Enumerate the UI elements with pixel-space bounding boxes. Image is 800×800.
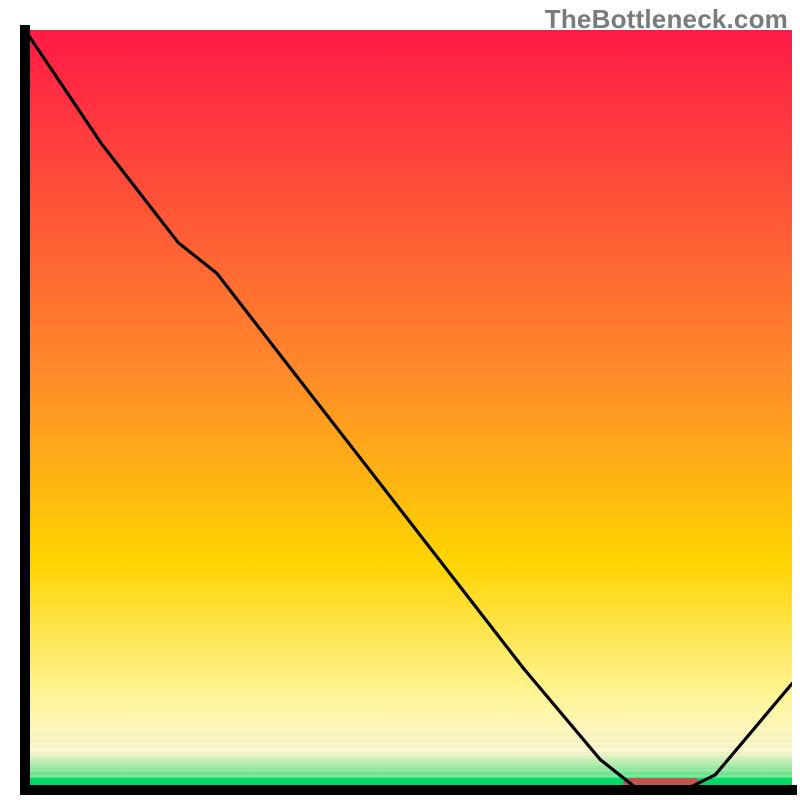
bottleneck-curve-chart (0, 0, 800, 800)
gradient-background (25, 30, 792, 790)
chart-stage: TheBottleneck.com (0, 0, 800, 800)
